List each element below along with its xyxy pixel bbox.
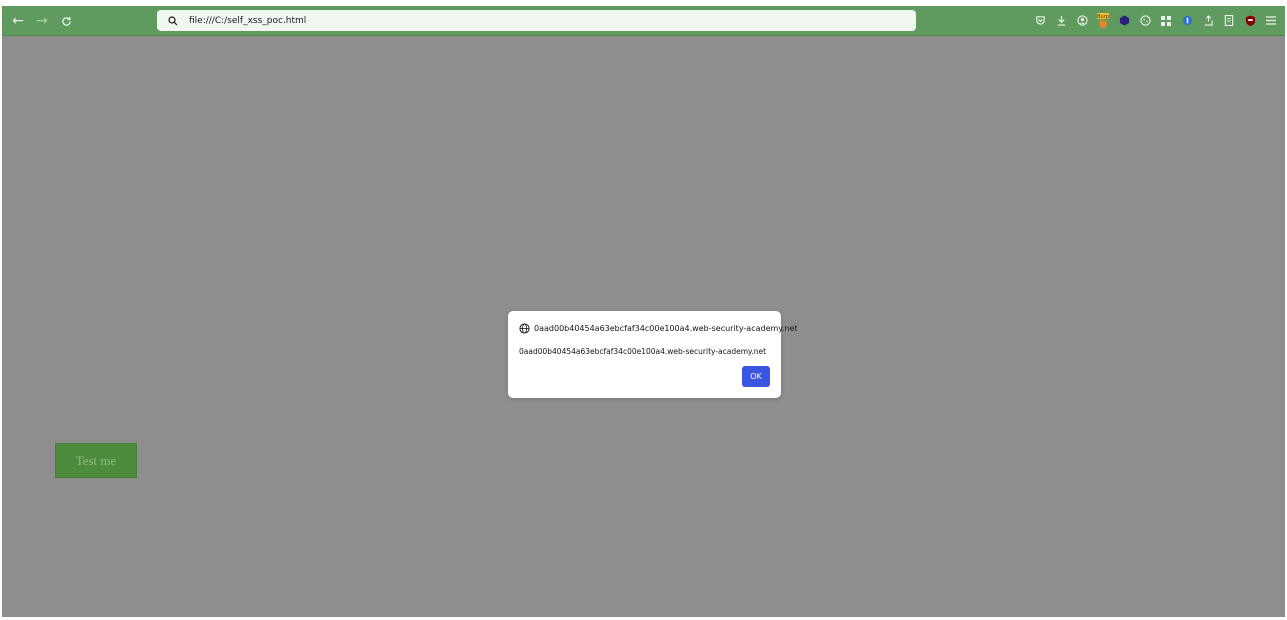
- password-manager-icon[interactable]: [1179, 13, 1195, 29]
- account-icon[interactable]: [1074, 13, 1090, 29]
- page-content-overlay: Test me 0aad00b40454a63ebcfaf34c00e100a4…: [2, 36, 1285, 617]
- browser-window: ← → file:///C:/self_xss_poc.html Burp Te…: [2, 6, 1285, 617]
- address-bar[interactable]: file:///C:/self_xss_poc.html: [157, 10, 916, 31]
- ok-button[interactable]: OK: [742, 366, 770, 387]
- forward-button[interactable]: →: [32, 11, 52, 31]
- back-button[interactable]: ←: [8, 11, 28, 31]
- grid-extension-icon[interactable]: [1158, 13, 1174, 29]
- arrow-left-icon: ←: [12, 13, 24, 29]
- dialog-title: 0aad00b40454a63ebcfaf34c00e100a4.web-sec…: [534, 323, 798, 333]
- browser-toolbar: ← → file:///C:/self_xss_poc.html Burp: [2, 6, 1285, 36]
- cookie-extension-icon[interactable]: [1137, 13, 1153, 29]
- search-icon: [165, 13, 181, 29]
- arrow-right-icon: →: [36, 13, 48, 29]
- test-me-button[interactable]: Test me: [55, 443, 137, 478]
- download-icon[interactable]: [1053, 13, 1069, 29]
- reload-button[interactable]: [56, 11, 76, 31]
- burp-extension-label: Burp: [1097, 14, 1109, 20]
- hexagon-extension-icon[interactable]: [1116, 13, 1132, 29]
- ublock-icon[interactable]: [1242, 13, 1258, 29]
- dialog-header: 0aad00b40454a63ebcfaf34c00e100a4.web-sec…: [519, 322, 798, 334]
- share-extension-icon[interactable]: [1200, 13, 1216, 29]
- menu-icon[interactable]: [1263, 13, 1279, 29]
- alert-dialog: 0aad00b40454a63ebcfaf34c00e100a4.web-sec…: [508, 311, 798, 398]
- globe-icon: [519, 322, 530, 334]
- reader-extension-icon[interactable]: [1221, 13, 1237, 29]
- pocket-icon[interactable]: [1032, 13, 1048, 29]
- toolbar-icons: Burp: [1032, 10, 1279, 31]
- dialog-message: 0aad00b40454a63ebcfaf34c00e100a4.web-sec…: [519, 347, 767, 356]
- url-text: file:///C:/self_xss_poc.html: [189, 15, 307, 26]
- reload-icon: [61, 16, 71, 26]
- burp-extension-icon[interactable]: Burp: [1095, 12, 1111, 29]
